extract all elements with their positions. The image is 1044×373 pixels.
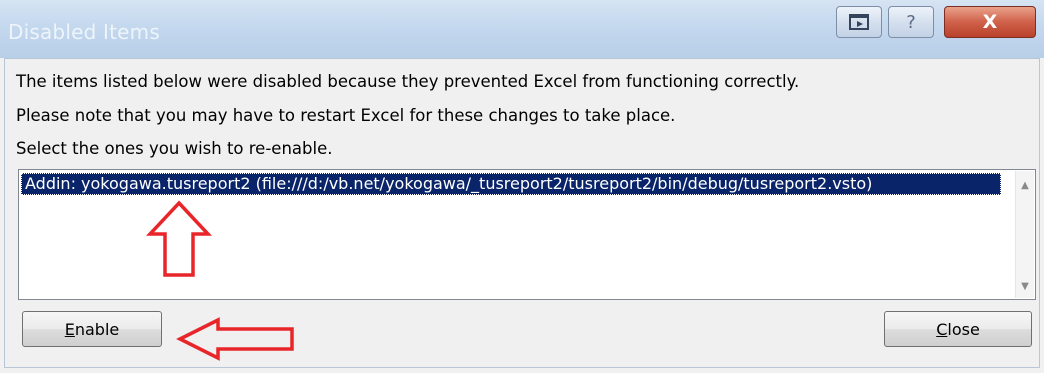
message-line-1: The items listed below were disabled bec… [16, 72, 800, 91]
scroll-down-icon[interactable]: ▼ [1016, 278, 1034, 296]
help-icon: ? [906, 11, 916, 33]
help-button[interactable]: ? [888, 6, 934, 38]
scroll-up-icon[interactable]: ▲ [1016, 177, 1034, 195]
close-icon: X [982, 11, 998, 33]
list-scrollbar[interactable]: ▲ ▼ [1015, 171, 1034, 298]
window-title: Disabled Items [8, 20, 160, 44]
close-label: lose [947, 319, 980, 339]
close-button[interactable]: Close [884, 311, 1032, 347]
message-line-3: Select the ones you wish to re-enable. [16, 139, 333, 158]
window-menu-icon [849, 14, 869, 30]
window-close-button[interactable]: X [944, 6, 1036, 38]
annotation-arrow-up-icon [146, 200, 212, 277]
arrow-left-shape [176, 317, 294, 361]
annotation-arrow-left-icon [176, 317, 294, 361]
enable-label: nable [74, 319, 120, 339]
arrow-up-shape [146, 200, 212, 277]
enable-mnemonic: E [64, 319, 75, 339]
message-line-2: Please note that you may have to restart… [16, 106, 676, 125]
window-menu-button[interactable] [836, 6, 882, 38]
close-mnemonic: C [936, 319, 948, 339]
enable-button[interactable]: Enable [22, 311, 162, 347]
list-item[interactable]: Addin: yokogawa.tusreport2 (file:///d:/v… [21, 173, 1001, 195]
title-bar: Disabled Items ? X [0, 0, 1044, 58]
